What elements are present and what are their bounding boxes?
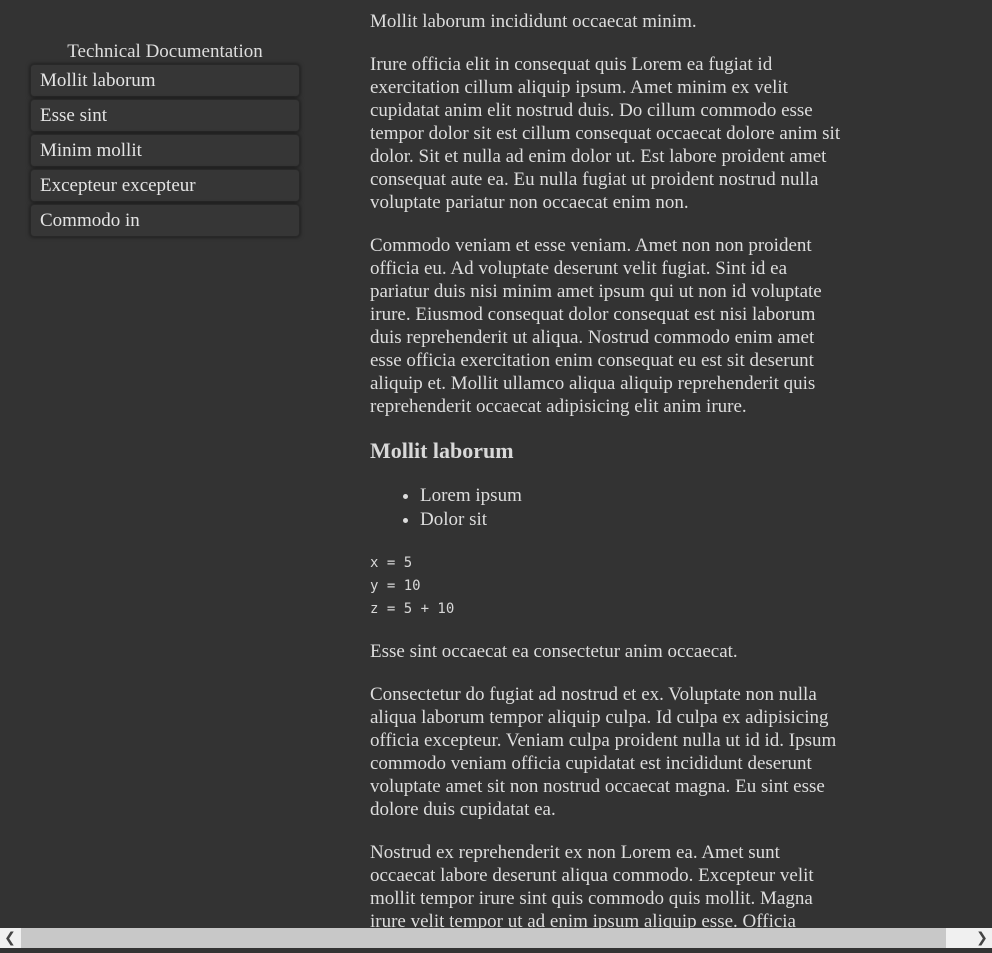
- list-item: Lorem ipsum: [420, 484, 850, 508]
- horizontal-scrollbar[interactable]: ❮ ❯: [0, 928, 992, 948]
- scrollbar-thumb[interactable]: [21, 928, 946, 948]
- paragraph: Consectetur do fugiat ad nostrud et ex. …: [370, 684, 837, 820]
- nav-link-mollit-laborum[interactable]: Mollit laborum: [30, 64, 300, 97]
- paragraph: Commodo veniam et esse veniam. Amet non …: [370, 235, 822, 417]
- code-line: z = 5 + 10: [370, 601, 455, 617]
- nav-link-minim-mollit[interactable]: Minim mollit: [30, 134, 300, 167]
- intro-paragraph: Mollit laborum incididunt occaecat minim…: [370, 11, 697, 32]
- paragraph: Nostrud ex reprehenderit ex non Lorem ea…: [370, 842, 814, 932]
- sidebar-nav: Technical Documentation Mollit laborum E…: [30, 40, 300, 239]
- nav-link-excepteur-excepteur[interactable]: Excepteur excepteur: [30, 169, 300, 202]
- code-line: y = 10: [370, 578, 421, 594]
- main-content: Mollit laborum incididunt occaecat minim…: [370, 10, 850, 953]
- nav-link-esse-sint[interactable]: Esse sint: [30, 99, 300, 132]
- sidebar-title: Technical Documentation: [67, 41, 263, 62]
- bullet-list: Lorem ipsum Dolor sit: [370, 484, 850, 532]
- chevron-right-icon[interactable]: ❯: [972, 928, 992, 948]
- nav-link-commodo-in[interactable]: Commodo in: [30, 204, 300, 237]
- paragraph: Irure officia elit in consequat quis Lor…: [370, 54, 841, 213]
- list-item: Dolor sit: [420, 508, 850, 532]
- chevron-left-icon[interactable]: ❮: [0, 928, 20, 948]
- section-heading: Mollit laborum: [370, 438, 514, 463]
- code-line: x = 5: [370, 555, 413, 571]
- code-block: x = 5 y = 10 z = 5 + 10: [370, 552, 850, 621]
- paragraph: Esse sint occaecat ea consectetur anim o…: [370, 641, 738, 662]
